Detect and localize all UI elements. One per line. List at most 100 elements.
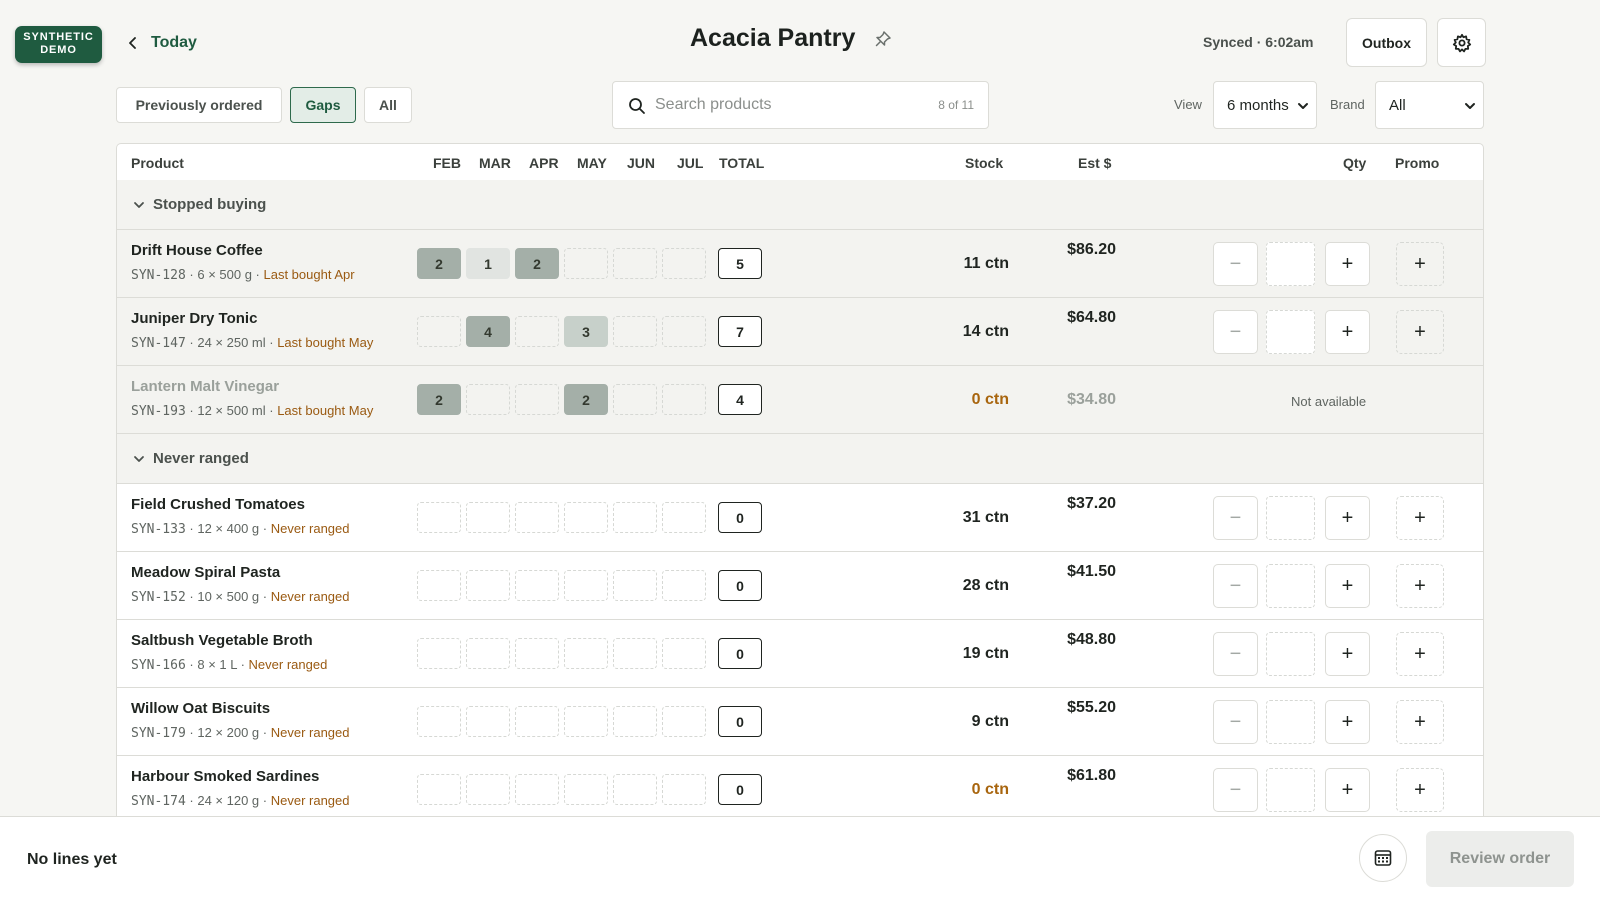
product-note: Never ranged [248,657,328,672]
est-price: $64.80 [1067,309,1116,326]
est-price: $55.20 [1067,699,1116,716]
product-code: SYN-128 [131,268,186,283]
sync-status: Synced · 6:02am [1203,34,1314,50]
calculator-icon [1374,850,1392,866]
promo-add-button[interactable]: + [1396,768,1444,812]
qty-increase-button[interactable]: + [1325,564,1370,608]
qty-input[interactable] [1266,564,1315,608]
qty-decrease-button[interactable]: − [1213,242,1258,286]
tab-all[interactable]: All [364,87,412,123]
promo-add-button[interactable]: + [1396,632,1444,676]
qty-input[interactable] [1266,768,1315,812]
brand-select[interactable]: All [1375,81,1484,129]
back-link[interactable]: Today [127,30,197,56]
plus-icon: + [1341,506,1354,529]
review-order-button[interactable]: Review order [1426,831,1574,887]
product-pack: · 10 × 500 g · [185,589,271,604]
promo-add-button[interactable]: + [1396,564,1444,608]
qty-decrease-button[interactable]: − [1213,564,1258,608]
qty-decrease-button[interactable]: − [1213,310,1258,354]
product-code: SYN-193 [131,404,186,419]
col-month-jul: JUL [677,155,704,171]
stock-value: 9 ctn [971,713,1009,730]
month-cell [564,774,608,805]
month-cell [515,774,559,805]
qty-increase-button[interactable]: + [1325,768,1370,812]
promo-add-button[interactable]: + [1396,700,1444,744]
chevron-down-icon [134,455,144,462]
qty-input[interactable] [1266,242,1315,286]
est-price: $37.20 [1067,495,1116,512]
qty-decrease-button[interactable]: − [1213,700,1258,744]
chevron-down-icon [1298,103,1308,109]
settings-button[interactable] [1437,18,1486,67]
month-cell [662,248,706,279]
qty-increase-button[interactable]: + [1325,632,1370,676]
promo-add-button[interactable]: + [1396,310,1444,354]
month-cell [417,638,461,669]
month-cell [613,706,657,737]
month-cell [613,384,657,415]
col-total: TOTAL [719,155,765,171]
qty-decrease-button[interactable]: − [1213,768,1258,812]
qty-input[interactable] [1266,496,1315,540]
product-meta: SYN-128 · 6 × 500 g · Last bought Apr [131,267,355,283]
qty-input[interactable] [1266,310,1315,354]
stock-value: 28 ctn [962,577,1009,594]
tab-gaps[interactable]: Gaps [290,87,356,123]
promo-add-button[interactable]: + [1396,496,1444,540]
col-month-feb: FEB [433,155,461,171]
product-pack: · 24 × 250 ml · [185,335,278,350]
est-price: $34.80 [1067,391,1116,408]
qty-increase-button[interactable]: + [1325,700,1370,744]
product-name: Juniper Dry Tonic [131,310,258,327]
total-cell: 0 [718,638,762,669]
qty-decrease-button[interactable]: − [1213,632,1258,676]
month-cell [564,248,608,279]
month-cell [515,570,559,601]
qty-input[interactable] [1266,632,1315,676]
outbox-button[interactable]: Outbox [1346,18,1427,67]
view-select[interactable]: 6 months [1213,81,1317,129]
footer-bar: No lines yet Review order [0,816,1600,900]
col-month-jun: JUN [627,155,656,171]
qty-increase-button[interactable]: + [1325,310,1370,354]
group-toggle[interactable]: Never ranged [133,450,249,467]
qty-input[interactable] [1266,700,1315,744]
group-toggle[interactable]: Stopped buying [133,196,266,213]
month-cell [417,570,461,601]
promo-add-button[interactable]: + [1396,242,1444,286]
month-cell [662,384,706,415]
pin-icon[interactable] [873,29,893,49]
plus-icon: + [1414,574,1426,597]
month-cell [466,502,510,533]
gear-icon [1452,33,1471,52]
month-cell [466,706,510,737]
month-cell: 2 [515,248,559,279]
qty-decrease-button[interactable]: − [1213,496,1258,540]
page-header: Acacia Pantry [690,24,893,53]
month-cell: 3 [564,316,608,347]
qty-increase-button[interactable]: + [1325,242,1370,286]
product-meta: SYN-133 · 12 × 400 g · Never ranged [131,521,350,537]
month-cell [564,502,608,533]
est-price: $86.20 [1067,241,1116,258]
total-cell: 4 [718,384,762,415]
calculator-button[interactable] [1359,834,1407,882]
search-input[interactable] [655,90,915,120]
month-cell: 2 [564,384,608,415]
product-row: Field Crushed Tomatoes SYN-133 · 12 × 400… [117,484,1483,552]
month-cell [515,638,559,669]
qty-increase-button[interactable]: + [1325,496,1370,540]
product-note: Last bought May [277,403,374,418]
product-name: Lantern Malt Vinegar [131,378,280,395]
month-cell [662,706,706,737]
product-pack: · 24 × 120 g · [185,793,271,808]
group-label: Stopped buying [153,196,267,213]
col-est: Est $ [1078,155,1112,171]
product-name: Meadow Spiral Pasta [131,564,281,581]
month-cell [515,384,559,415]
tab-previously-ordered[interactable]: Previously ordered [116,87,282,123]
total-cell: 5 [718,248,762,279]
month-cell [613,570,657,601]
